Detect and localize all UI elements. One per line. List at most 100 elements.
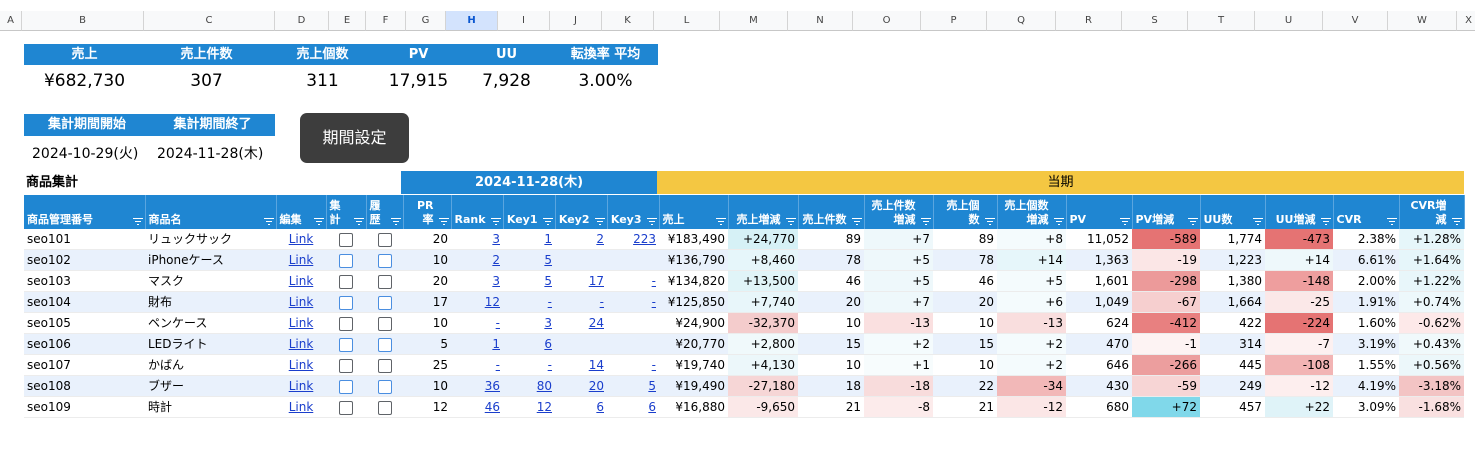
filter-icon[interactable] [715,218,726,226]
cell[interactable]: 6 [607,396,659,418]
cell[interactable] [366,291,403,313]
filter-icon[interactable] [984,218,995,226]
filter-icon[interactable] [646,218,657,226]
column-header-c[interactable]: C [144,11,275,31]
aggregate-checkbox[interactable] [339,253,353,268]
column-header-m[interactable]: M [720,11,788,31]
cell[interactable]: - [607,270,659,292]
rank-link[interactable]: - [496,358,500,372]
filter-icon[interactable] [132,218,143,226]
cell[interactable]: 6 [555,396,607,418]
column-header-x[interactable]: X [1457,11,1475,31]
history-checkbox[interactable] [377,337,392,352]
cell[interactable] [326,333,366,355]
filter-icon[interactable] [1053,218,1064,226]
rank-link[interactable]: 12 [485,295,500,309]
filter-icon[interactable] [390,218,401,226]
cell[interactable] [607,249,659,271]
rank-link[interactable]: 5 [544,253,552,267]
column-header-k[interactable]: K [602,11,654,31]
cell[interactable]: 17 [555,270,607,292]
header-product-id[interactable]: 商品管理番号 [24,195,146,229]
history-checkbox[interactable] [377,379,392,394]
column-header-a[interactable]: A [0,11,22,31]
cell[interactable] [326,270,366,292]
filter-icon[interactable] [438,218,449,226]
rank-link[interactable]: 5 [648,379,656,393]
cell[interactable]: 12 [503,396,555,418]
column-header-g[interactable]: G [406,11,446,31]
rank-link[interactable]: 3 [544,316,552,330]
edit-link[interactable]: Link [289,400,314,414]
cell[interactable] [326,291,366,313]
cell[interactable]: Link [276,312,326,334]
period-end-value[interactable]: 2024-11-28(木) [157,142,263,166]
rank-link[interactable]: 1 [492,337,500,351]
aggregate-checkbox[interactable] [339,337,353,352]
cell[interactable]: Link [276,375,326,397]
filter-icon[interactable] [1252,218,1263,226]
header-rank[interactable]: Rank [451,195,504,229]
cell[interactable]: 5 [503,270,555,292]
column-header-s[interactable]: S [1122,11,1188,31]
cell[interactable]: Link [276,291,326,313]
cell[interactable] [326,375,366,397]
cell[interactable]: Link [276,270,326,292]
aggregate-checkbox[interactable] [339,295,353,310]
rank-link[interactable]: 20 [589,379,604,393]
column-header-e[interactable]: E [329,11,366,31]
rank-link[interactable]: 2 [596,232,604,246]
column-header-v[interactable]: V [1323,11,1388,31]
history-checkbox[interactable] [377,253,392,268]
filter-icon[interactable] [594,218,605,226]
cell[interactable]: 24 [555,312,607,334]
cell[interactable]: 36 [451,375,503,397]
rank-link[interactable]: 46 [485,400,500,414]
rank-link[interactable]: 6 [544,337,552,351]
filter-icon[interactable] [1119,218,1130,226]
cell[interactable]: 3 [503,312,555,334]
filter-icon[interactable] [263,218,274,226]
column-header-j[interactable]: J [550,11,602,31]
rank-link[interactable]: 24 [589,316,604,330]
cell[interactable]: Link [276,396,326,418]
header-sales-diff[interactable]: 売上増減 [728,195,799,229]
cell[interactable]: - [451,354,503,376]
filter-icon[interactable] [1320,218,1331,226]
header-sales[interactable]: 売上 [659,195,729,229]
rank-link[interactable]: 6 [596,400,604,414]
rank-link[interactable]: - [652,274,656,288]
cell[interactable]: 2 [451,249,503,271]
cell[interactable] [366,354,403,376]
column-header-u[interactable]: U [1255,11,1323,31]
cell[interactable]: Link [276,229,326,250]
cell[interactable]: 5 [607,375,659,397]
column-header-r[interactable]: R [1056,11,1122,31]
rank-link[interactable]: - [548,358,552,372]
column-header-n[interactable]: N [788,11,853,31]
header-pv-diff[interactable]: PV増減 [1132,195,1201,229]
header-key3[interactable]: Key3 [607,195,660,229]
history-checkbox[interactable] [377,295,392,310]
header-uu[interactable]: UU数 [1200,195,1266,229]
rank-link[interactable]: - [496,316,500,330]
rank-link[interactable]: - [652,358,656,372]
filter-icon[interactable] [1386,218,1397,226]
rank-link[interactable]: 6 [648,400,656,414]
rank-link[interactable]: 36 [485,379,500,393]
header-sales-count[interactable]: 売上件数 [798,195,865,229]
aggregate-checkbox[interactable] [339,400,353,415]
cell[interactable]: - [503,354,555,376]
cell[interactable] [366,229,403,250]
rank-link[interactable]: 223 [633,232,656,246]
aggregate-checkbox[interactable] [339,274,353,289]
cell[interactable]: 223 [607,229,659,250]
rank-link[interactable]: 2 [492,253,500,267]
cell[interactable]: - [607,354,659,376]
filter-icon[interactable] [920,218,931,226]
edit-link[interactable]: Link [289,295,314,309]
cell[interactable] [555,249,607,271]
header-cvr[interactable]: CVR [1333,195,1400,229]
cell[interactable]: Link [276,333,326,355]
cell[interactable]: 2 [555,229,607,250]
